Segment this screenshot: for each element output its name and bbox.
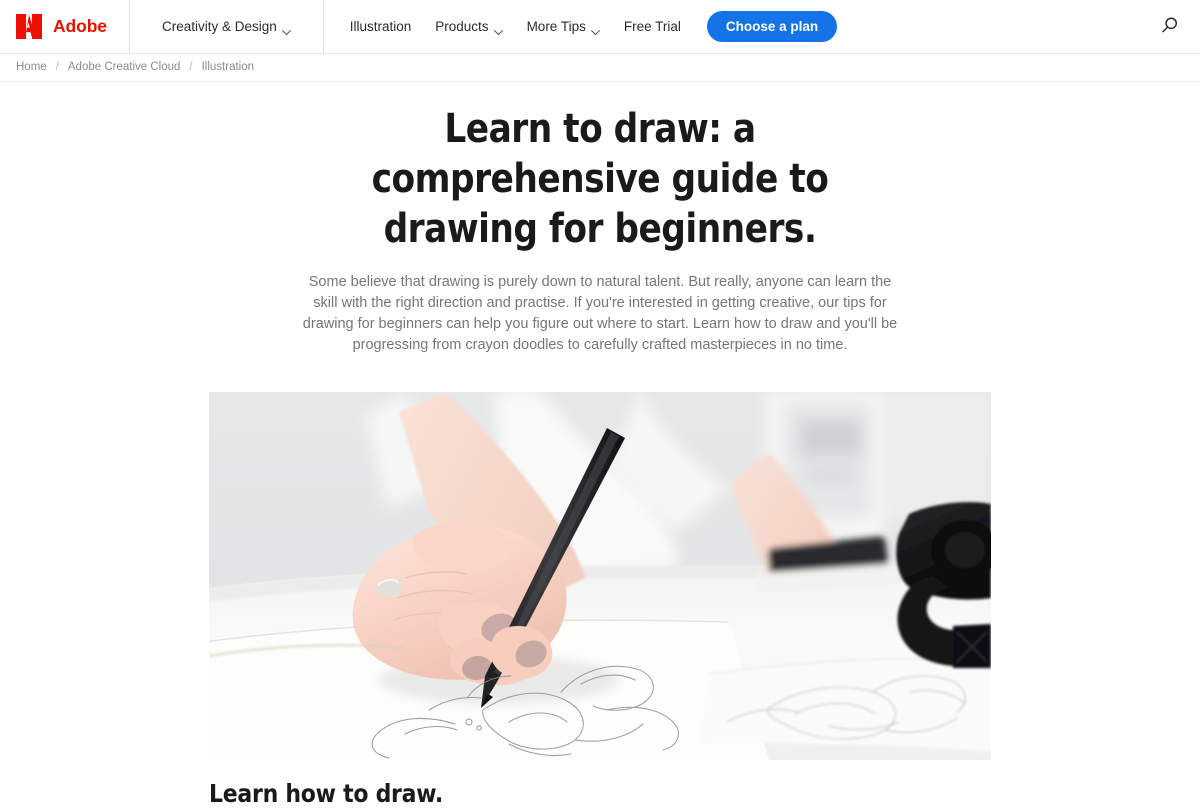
nav-item-creativity-design[interactable]: Creativity & Design	[150, 14, 303, 40]
breadcrumb-item-adobe-creative-cloud[interactable]: Adobe Creative Cloud	[68, 61, 181, 74]
article-content: Learn to draw: a comprehensive guide to …	[0, 82, 1200, 810]
nav-secondary-group: Illustration Products More Tips Free Tri…	[324, 10, 838, 43]
breadcrumb-separator: /	[189, 60, 193, 73]
nav-item-label: Free Trial	[623, 18, 681, 34]
search-icon	[1160, 16, 1179, 38]
page-title: Learn to draw: a comprehensive guide to …	[371, 106, 829, 252]
nav-item-illustration[interactable]: Illustration	[338, 14, 424, 40]
nav-item-label: More Tips	[526, 18, 586, 34]
nav-item-free-trial[interactable]: Free Trial	[612, 14, 693, 40]
section-heading: Learn how to draw.	[209, 779, 443, 808]
breadcrumb-item-illustration[interactable]: Illustration	[202, 61, 254, 74]
breadcrumb: Home / Adobe Creative Cloud / Illustrati…	[0, 54, 1200, 82]
hero-figure	[209, 392, 991, 760]
hero-image	[209, 392, 991, 760]
search-button[interactable]	[1154, 12, 1184, 42]
nav-item-label: Products	[435, 18, 489, 34]
page-description: Some believe that drawing is purely down…	[302, 274, 898, 353]
breadcrumb-item-home[interactable]: Home	[16, 61, 47, 74]
choose-a-plan-button[interactable]: Choose a plan	[706, 10, 838, 43]
adobe-logo-link[interactable]: Adobe	[0, 0, 130, 53]
nav-item-more-tips[interactable]: More Tips	[515, 14, 612, 40]
nav-item-products[interactable]: Products	[423, 14, 514, 40]
nav-primary-group: Creativity & Design	[130, 0, 324, 53]
chevron-down-icon	[281, 25, 291, 36]
nav-item-label: Creativity & Design	[161, 18, 277, 34]
site-header: Adobe Creativity & Design Illustration P…	[0, 0, 1200, 54]
breadcrumb-separator: /	[55, 60, 59, 73]
adobe-a-logo-icon	[14, 13, 44, 40]
main-navigation: Creativity & Design Illustration Product…	[130, 0, 838, 53]
chevron-down-icon	[493, 25, 503, 36]
nav-item-label: Illustration	[349, 18, 412, 34]
chevron-down-icon	[590, 25, 600, 36]
adobe-wordmark: Adobe	[53, 15, 107, 36]
